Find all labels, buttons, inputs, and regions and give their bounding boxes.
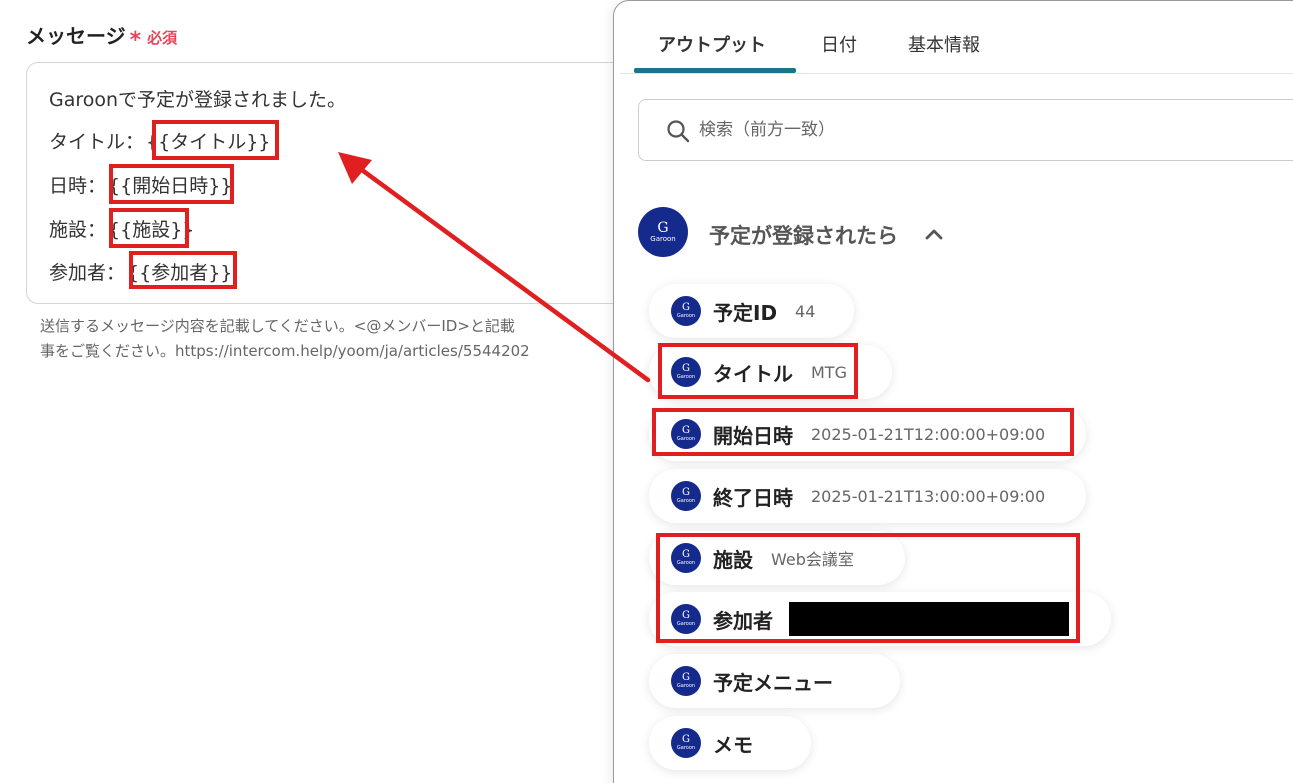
message-line-attendee: 参加者： {{参加者}} bbox=[49, 258, 234, 285]
message-line-intro: Garoonで予定が登録されました。 bbox=[49, 89, 347, 111]
attendee-variable[interactable]: {{参加者}} bbox=[125, 258, 234, 285]
message-line-date: 日時： {{開始日時}} bbox=[49, 171, 234, 198]
output-chip-schedule-id[interactable]: G Garoon 予定ID 44 bbox=[649, 284, 854, 338]
garoon-logo-icon: G Garoon bbox=[638, 207, 688, 257]
field-label-text: メッセージ bbox=[26, 24, 126, 48]
redacted-value bbox=[789, 602, 1069, 636]
chip-value: MTG bbox=[811, 362, 847, 382]
title-variable[interactable]: {{タイトル}} bbox=[144, 127, 272, 154]
search-input[interactable] bbox=[638, 99, 1293, 161]
garoon-logo-icon: G Garoon bbox=[671, 543, 701, 573]
garoon-logo-icon: G Garoon bbox=[671, 728, 701, 758]
message-line-title: タイトル： {{タイトル}} bbox=[49, 127, 272, 154]
message-field-label: メッセージ * 必須 bbox=[26, 20, 178, 53]
chip-label: タイトル bbox=[713, 361, 793, 386]
help-line-2: 事をご覧ください。https://intercom.help/yoom/ja/a… bbox=[40, 342, 530, 360]
chip-value: 2025-01-21T12:00:00+09:00 bbox=[811, 424, 1046, 444]
garoon-logo-icon: G Garoon bbox=[671, 357, 701, 387]
date-label: 日時： bbox=[49, 175, 107, 197]
required-badge: 必須 bbox=[147, 29, 178, 47]
garoon-logo-icon: G Garoon bbox=[671, 666, 701, 696]
chip-label: 施設 bbox=[713, 547, 753, 572]
chip-value: 44 bbox=[795, 301, 816, 321]
chip-label: 開始日時 bbox=[713, 423, 793, 448]
garoon-logo-icon: G Garoon bbox=[671, 481, 701, 511]
required-asterisk: * bbox=[129, 28, 142, 53]
tab-basic-info[interactable]: 基本情報 bbox=[908, 31, 980, 57]
chip-value: Web会議室 bbox=[771, 550, 854, 569]
search-icon bbox=[667, 120, 690, 143]
chip-label: 参加者 bbox=[713, 608, 773, 633]
garoon-logo-icon: G Garoon bbox=[671, 604, 701, 634]
output-chip-attendees[interactable]: G Garoon 参加者 bbox=[649, 592, 1111, 646]
tab-divider bbox=[620, 73, 1293, 74]
tab-output[interactable]: アウトプット bbox=[658, 31, 766, 57]
garoon-logo-icon: G Garoon bbox=[671, 419, 701, 449]
output-panel: アウトプット 日付 基本情報 G Garoon 予定が登録されたら GGaroo… bbox=[613, 0, 1293, 783]
facility-label: 施設： bbox=[49, 219, 107, 241]
attendee-label: 参加者： bbox=[49, 262, 126, 284]
facility-variable[interactable]: {{施設}} bbox=[106, 215, 196, 242]
chip-label: メモ bbox=[713, 732, 753, 757]
chevron-up-icon[interactable] bbox=[924, 227, 944, 241]
help-line-1: 送信するメッセージ内容を記載してください。<@メンバーID>と記載 bbox=[40, 317, 515, 335]
chip-label: 予定メニュー bbox=[713, 670, 833, 695]
chip-value: 2025-01-21T13:00:00+09:00 bbox=[811, 486, 1046, 506]
output-chip-memo[interactable]: G Garoon メモ bbox=[649, 716, 811, 770]
output-chip-start-datetime[interactable]: G Garoon 開始日時 2025-01-21T12:00:00+09:00 bbox=[649, 407, 1086, 461]
trigger-section-title: 予定が登録されたら bbox=[709, 224, 898, 248]
chip-label: 予定ID bbox=[713, 300, 778, 325]
chip-label: 終了日時 bbox=[713, 485, 793, 510]
garoon-logo-icon: G Garoon bbox=[671, 296, 701, 326]
date-variable[interactable]: {{開始日時}} bbox=[106, 171, 234, 198]
message-textarea[interactable]: Garoonで予定が登録されました。 タイトル： {{タイトル}} 日時： {{開始… bbox=[26, 62, 626, 304]
output-chip-title[interactable]: G Garoon タイトル MTG bbox=[649, 345, 892, 399]
title-label: タイトル： bbox=[49, 131, 145, 153]
output-chip-end-datetime[interactable]: G Garoon 終了日時 2025-01-21T13:00:00+09:00 bbox=[649, 469, 1086, 523]
field-help-text: 送信するメッセージ内容を記載してください。<@メンバーID>と記載 事をご覧くだ… bbox=[40, 314, 600, 364]
message-line-facility: 施設： {{施設}} bbox=[49, 215, 196, 242]
output-chip-facility[interactable]: G Garoon 施設 Web会議室 bbox=[649, 531, 905, 585]
tab-date[interactable]: 日付 bbox=[821, 31, 857, 57]
output-chip-schedule-menu[interactable]: G Garoon 予定メニュー bbox=[649, 654, 900, 708]
